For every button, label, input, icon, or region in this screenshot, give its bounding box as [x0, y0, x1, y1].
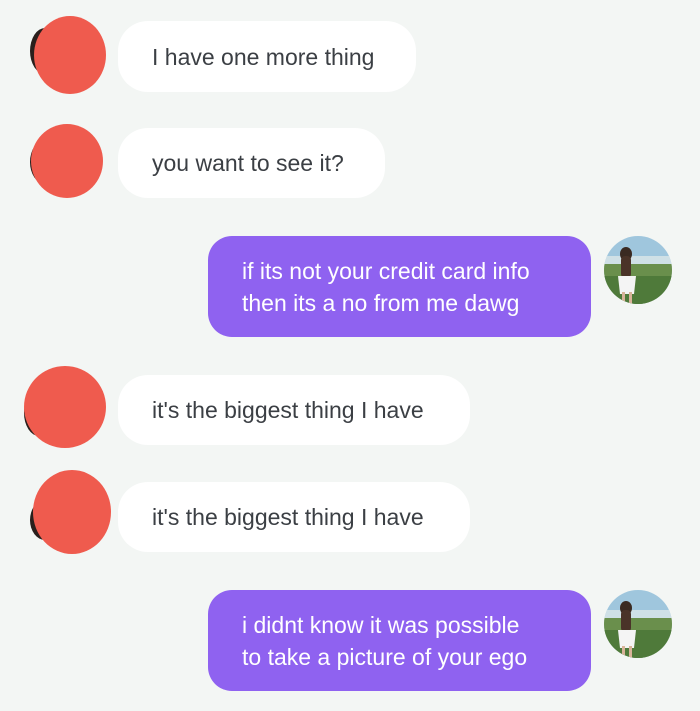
message-bubble-received[interactable]: it's the biggest thing I have	[118, 482, 470, 552]
redacted-avatar-icon	[24, 366, 106, 448]
redacted-avatar-icon	[31, 124, 103, 198]
user-photo-avatar-icon	[604, 236, 672, 304]
message-text-line-2: then its a no from me dawg	[242, 289, 520, 316]
message-text-line-1: i didnt know it was possible	[242, 611, 520, 638]
redacted-avatar-icon	[33, 470, 111, 554]
message-text: I have one more thing	[152, 43, 375, 70]
user-photo-avatar-icon	[604, 590, 672, 658]
message-bubble-received[interactable]: you want to see it?	[118, 128, 385, 198]
message-bubble-received[interactable]: I have one more thing	[118, 21, 416, 92]
message-bubble-sent[interactable]: if its not your credit card info then it…	[208, 236, 591, 337]
message-text: you want to see it?	[152, 150, 344, 176]
message-text: it's the biggest thing I have	[152, 397, 424, 423]
message-text-line-1: if its not your credit card info	[242, 257, 530, 284]
message-bubble-received[interactable]: it's the biggest thing I have	[118, 375, 470, 445]
redacted-avatar-icon	[34, 16, 106, 94]
message-text-line-2: to take a picture of your ego	[242, 643, 528, 670]
message-text: it's the biggest thing I have	[152, 504, 424, 530]
message-bubble-sent[interactable]: i didnt know it was possible to take a p…	[208, 590, 591, 691]
